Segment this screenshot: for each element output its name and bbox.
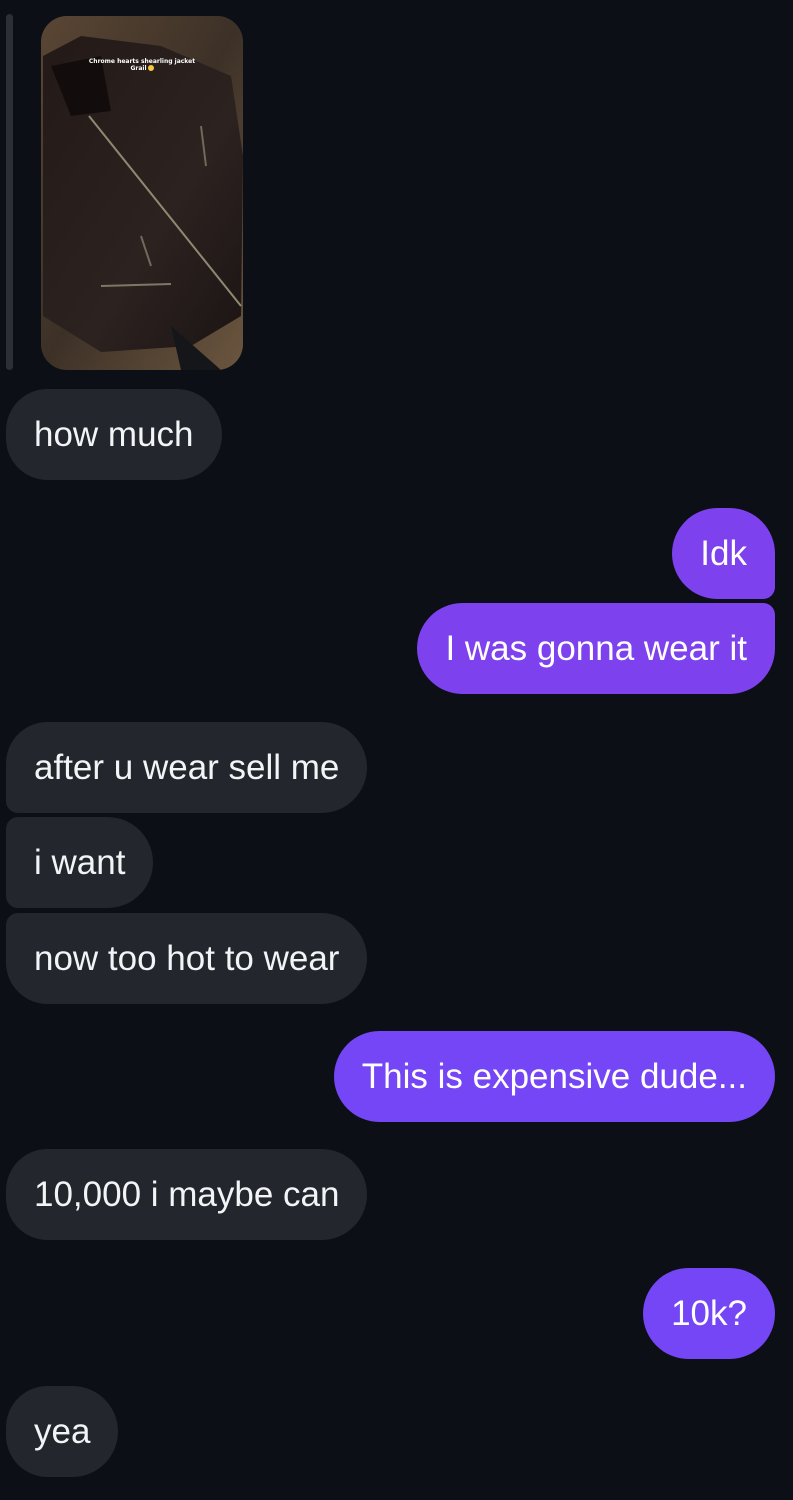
message-text: This is expensive dude... — [361, 1056, 747, 1096]
received-message[interactable]: i want — [6, 817, 154, 908]
story-caption-line2: Grail — [130, 65, 147, 72]
message-text: now too hot to wear — [34, 938, 340, 978]
message-text: I was gonna wear it — [445, 628, 747, 668]
emoji-icon — [147, 65, 154, 71]
story-reply-thumbnail[interactable]: Chrome hearts shearling jacket Grail — [41, 16, 243, 370]
message-text: yea — [34, 1411, 91, 1451]
story-caption: Chrome hearts shearling jacket Grail — [41, 58, 243, 72]
received-message[interactable]: after u wear sell me — [6, 722, 368, 813]
message-text: 10k? — [671, 1293, 747, 1333]
sent-message[interactable]: 10k? — [643, 1268, 775, 1359]
received-message[interactable]: 10,000 i maybe can — [6, 1149, 368, 1240]
message-text: Idk — [700, 533, 747, 573]
sent-message[interactable]: This is expensive dude... — [333, 1031, 775, 1122]
message-thread: Chrome hearts shearling jacket Grail how… — [0, 0, 793, 1500]
story-reply-indicator — [6, 14, 13, 370]
story-caption-line1: Chrome hearts shearling jacket — [88, 58, 196, 65]
sent-message[interactable]: I was gonna wear it — [417, 603, 775, 694]
received-message[interactable]: yea — [6, 1386, 119, 1477]
sent-message[interactable]: Idk — [672, 508, 775, 599]
message-text: how much — [34, 414, 194, 454]
received-message[interactable]: now too hot to wear — [6, 913, 368, 1004]
message-text: i want — [34, 842, 126, 882]
message-text: 10,000 i maybe can — [34, 1174, 340, 1214]
received-message[interactable]: how much — [6, 389, 222, 480]
message-text: after u wear sell me — [34, 747, 340, 787]
